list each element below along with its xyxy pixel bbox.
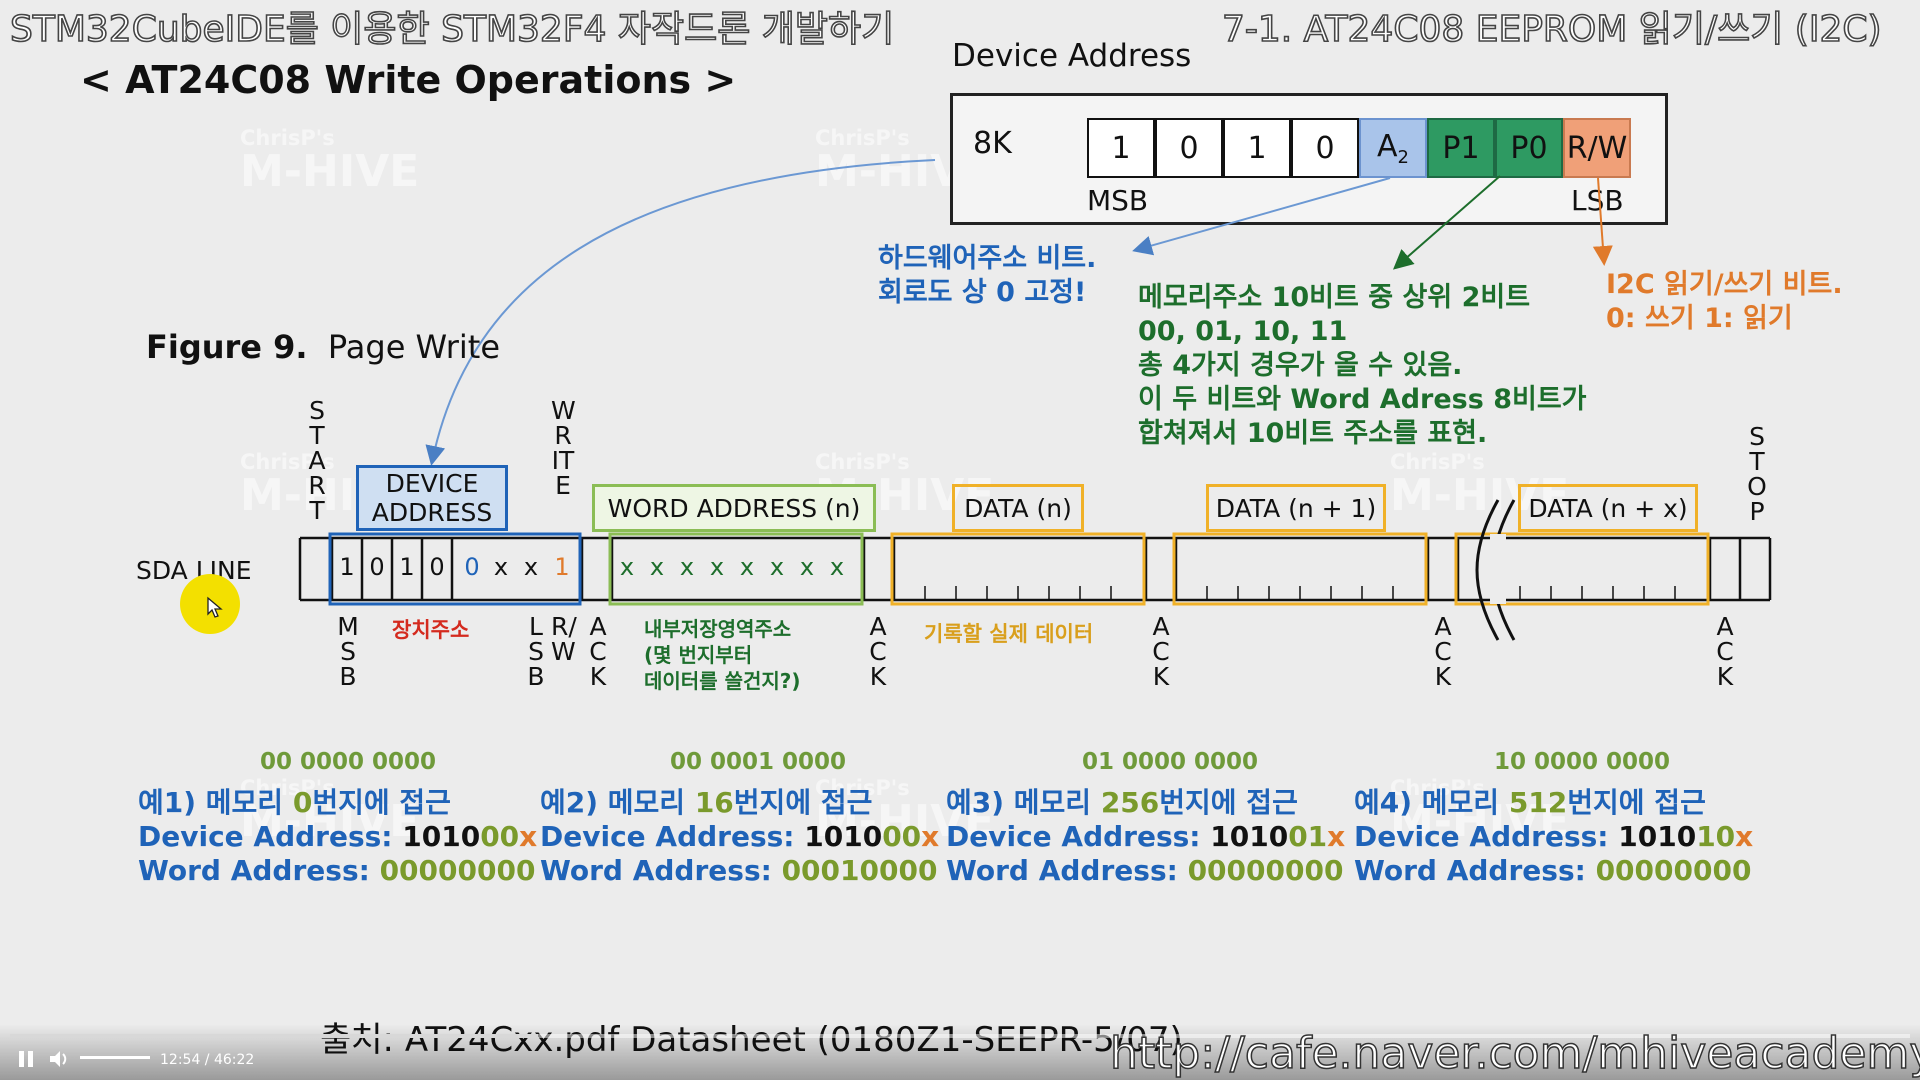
example-1-binary: 00 0000 0000 [260, 749, 437, 775]
example-3-binary: 01 0000 0000 [1082, 749, 1259, 775]
sda-device-bit: x [493, 553, 509, 581]
ack-label: ACK [1434, 612, 1452, 691]
pause-button[interactable] [16, 1048, 36, 1076]
sda-word-bit: x [829, 553, 845, 581]
ack-label: ACK [1716, 612, 1734, 691]
sda-line-diagram [298, 499, 1772, 641]
playback-time: 12:54 / 46:22 [160, 1052, 255, 1068]
example-4-binary: 10 0000 0000 [1494, 749, 1671, 775]
sda-device-bit: 0 [369, 553, 385, 581]
pause-icon [19, 1051, 33, 1067]
sda-word-bit: x [769, 553, 785, 581]
sda-word-bit: x [799, 553, 815, 581]
channel-url: http://cafe.naver.com/mhiveacademy [1109, 1027, 1920, 1080]
volume-fill [80, 1056, 150, 1059]
sda-word-bit: x [709, 553, 725, 581]
sda-device-bit: x [523, 553, 539, 581]
sda-rw-bit: 1 [554, 553, 570, 581]
volume-icon [50, 1051, 67, 1067]
volume-slider[interactable] [80, 1056, 150, 1059]
ack-label: ACK [869, 612, 887, 691]
sda-word-bit: x [619, 553, 635, 581]
mouse-cursor-icon [207, 596, 223, 618]
video-slide: ChrisP's M-HIVE ChrisP's M-HIVE ChrisP's M-… [0, 0, 1920, 1080]
example-1: 예1) 메모리 0번지에 접근 Device Address: 101000x … [138, 786, 538, 887]
sda-device-bit: 0 [429, 553, 445, 581]
ack-label: ACK [1152, 612, 1170, 691]
data-caption: 기록할 실제 데이터 [924, 622, 1094, 646]
sda-word-bit: x [679, 553, 695, 581]
sda-word-bit: x [739, 553, 755, 581]
sda-word-bit: x [649, 553, 665, 581]
sda-device-bit: 1 [339, 553, 355, 581]
sda-device-bit: 1 [399, 553, 415, 581]
volume-button[interactable] [48, 1048, 72, 1076]
word-caption: 내부저장영역주소 (몇 번지부터 데이터를 쓸건지?) [644, 617, 801, 693]
ack-label: ACK [589, 612, 607, 691]
example-2-binary: 00 0001 0000 [670, 749, 847, 775]
example-2: 예2) 메모리 16번지에 접근 Device Address: 101000x… [540, 786, 940, 887]
example-4: 예4) 메모리 512번지에 접근 Device Address: 101010… [1354, 786, 1754, 887]
rw-label: R/W [551, 612, 577, 666]
device-caption: 장치주소 [392, 618, 470, 642]
example-3: 예3) 메모리 256번지에 접근 Device Address: 101001… [946, 786, 1346, 887]
progress-fill [10, 1034, 539, 1038]
sda-device-bit: 0 [464, 553, 480, 581]
lsb-label: LSB [527, 612, 545, 691]
msb-label: MSB [337, 612, 359, 691]
